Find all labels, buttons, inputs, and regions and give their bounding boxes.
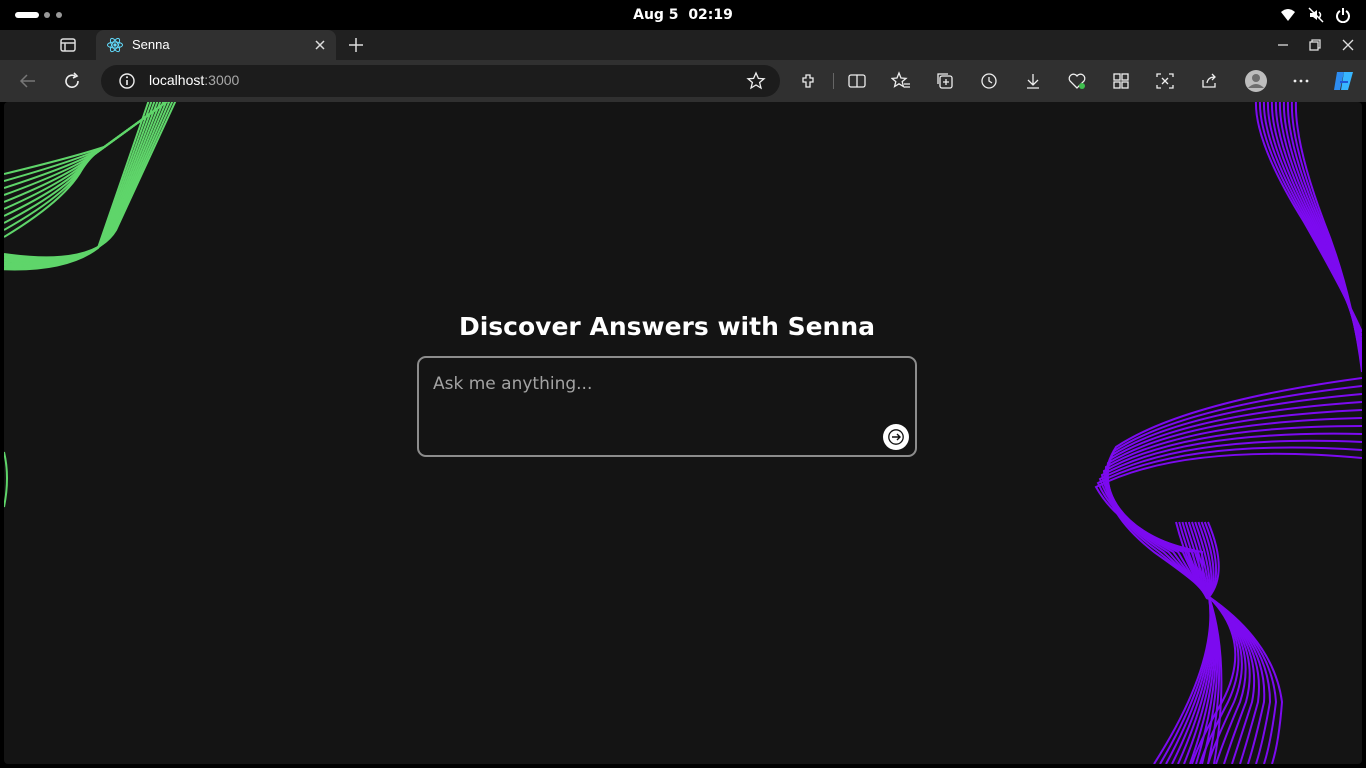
downloads-icon[interactable] <box>1023 71 1043 91</box>
green-arc-icon <box>4 451 8 508</box>
submit-button[interactable] <box>883 424 909 450</box>
volume-muted-icon[interactable] <box>1308 7 1324 23</box>
ask-input[interactable] <box>431 372 871 432</box>
clock-time: 02:19 <box>688 7 733 23</box>
arrow-right-icon <box>888 429 904 445</box>
more-icon[interactable] <box>1291 71 1311 91</box>
system-top-bar: Aug 5 02:19 <box>0 0 1366 30</box>
profile-icon[interactable] <box>1244 69 1268 93</box>
power-icon[interactable] <box>1335 7 1351 23</box>
browser-essentials-icon[interactable] <box>1067 71 1087 91</box>
split-screen-icon[interactable] <box>847 71 867 91</box>
close-tab-icon[interactable] <box>311 36 329 54</box>
apps-icon[interactable] <box>1111 71 1131 91</box>
purple-wave-lines-icon <box>1094 102 1362 764</box>
screenshot-icon[interactable] <box>1155 71 1175 91</box>
extensions-icon[interactable] <box>799 71 819 91</box>
toolbar-divider <box>833 73 834 89</box>
address-bar[interactable]: localhost:3000 <box>101 65 780 97</box>
back-icon[interactable] <box>18 71 38 91</box>
tab-senna[interactable]: Senna <box>96 30 336 60</box>
tab-title: Senna <box>132 37 170 52</box>
history-icon[interactable] <box>979 71 999 91</box>
new-tab-icon[interactable] <box>347 36 365 54</box>
close-window-icon[interactable] <box>1339 36 1357 54</box>
ask-box <box>417 356 917 457</box>
url-port: :3000 <box>204 72 240 88</box>
page-viewport: Discover Answers with Senna <box>4 102 1362 764</box>
refresh-icon[interactable] <box>62 71 82 91</box>
site-info-icon[interactable] <box>117 71 137 91</box>
clock-date: Aug 5 <box>633 7 679 23</box>
restore-icon[interactable] <box>1306 36 1324 54</box>
clock[interactable]: Aug 5 02:19 <box>0 7 1366 23</box>
collections-icon[interactable] <box>935 71 955 91</box>
page-heading: Discover Answers with Senna <box>458 312 875 341</box>
green-wave-lines-icon <box>4 102 177 271</box>
minimize-icon[interactable] <box>1274 36 1292 54</box>
navigation-toolbar: localhost:3000 <box>0 60 1366 102</box>
favorites-icon[interactable] <box>891 71 911 91</box>
tab-strip: Senna <box>0 30 1366 60</box>
url-host: localhost <box>149 72 205 88</box>
url-text: localhost:3000 <box>149 72 239 88</box>
share-icon[interactable] <box>1199 71 1219 91</box>
react-logo-icon <box>107 37 123 53</box>
wifi-icon[interactable] <box>1280 7 1296 23</box>
add-favorite-star-icon[interactable] <box>746 71 766 91</box>
copilot-icon[interactable] <box>1331 68 1357 94</box>
tab-actions-icon[interactable] <box>59 36 77 54</box>
